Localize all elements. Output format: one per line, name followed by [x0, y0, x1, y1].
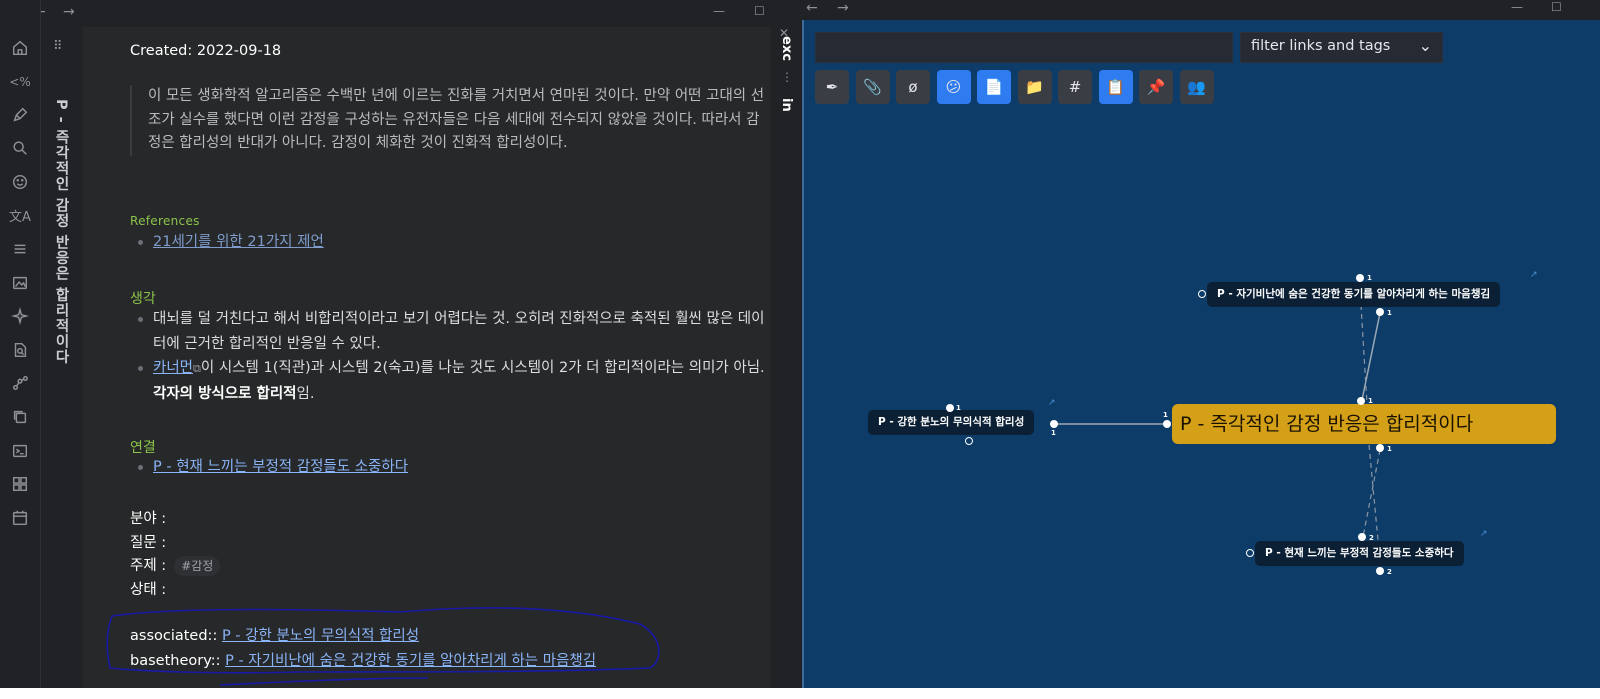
associated-property: associated:: P - 강한 분노의 무의식적 합리성: [130, 624, 419, 645]
topic-label: 주제 :: [130, 558, 167, 574]
port-main-below[interactable]: [1376, 444, 1384, 452]
sparkle-icon[interactable]: [9, 305, 31, 327]
port-bottom-below[interactable]: [1376, 567, 1384, 575]
note-pane: ← → — ☐ ⠿ P - 즉각적인 감정 반응은 합리적이다 Created:…: [41, 0, 786, 688]
port-top-left[interactable]: [1198, 290, 1206, 298]
external-link-icon[interactable]: ↗: [1530, 270, 1538, 280]
port-main-left[interactable]: [1163, 420, 1171, 428]
forward-arrow-icon[interactable]: →: [63, 4, 75, 20]
graph-node-left[interactable]: P - 강한 분노의 무의식적 합리성: [868, 410, 1035, 435]
blockquote: 이 모든 생화학적 알고리즘은 수백만 년에 이르는 진화를 거치면서 연마된 …: [130, 85, 770, 156]
graph-canvas[interactable]: [771, 0, 1600, 688]
port-number: 2: [1369, 534, 1374, 542]
copy-icon[interactable]: [9, 406, 31, 428]
graph-node-main[interactable]: P - 즉각적인 감정 반응은 합리적이다: [1172, 404, 1556, 444]
port-number: 1: [1387, 445, 1392, 453]
list-item: 카너먼⧉이 시스템 1(직관)과 시스템 2(숙고)를 나눈 것도 시스템이 2…: [138, 356, 772, 406]
edge-main-bottom-dashed: [1362, 449, 1381, 538]
calendar-icon[interactable]: [9, 507, 31, 529]
file-search-icon[interactable]: [9, 339, 31, 361]
search-icon[interactable]: [9, 137, 31, 159]
port-number: 1: [1051, 429, 1056, 437]
left-ribbon: <% 文A: [0, 0, 41, 688]
list-item: P - 현재 느끼는 부정적 감정들도 소중하다: [138, 455, 408, 480]
pane-titlebar: ← → — ☐: [41, 0, 786, 27]
vertical-note-title: P - 즉각적인 감정 반응은 합리적이다: [53, 99, 69, 365]
port-number: 1: [956, 404, 961, 412]
port-number: 1: [1368, 397, 1373, 405]
connections-heading: 연결: [130, 440, 156, 456]
thought-bold-text: 각자의 방식으로 합리적: [153, 385, 297, 402]
graph-node-bottom[interactable]: P - 현재 느끼는 부정적 감정들도 소중하다: [1255, 541, 1464, 566]
maximize-icon[interactable]: ☐: [754, 4, 765, 18]
thoughts-heading: 생각: [130, 291, 156, 307]
thought-text: 이 시스템 1(직관)과 시스템 2(숙고)를 나눈 것도 시스템이 2가 더 …: [200, 360, 765, 376]
port-left-above[interactable]: [946, 404, 954, 412]
port-number: 1: [1367, 274, 1372, 282]
translate-icon[interactable]: 文A: [9, 204, 31, 226]
port-number: 2: [1387, 568, 1392, 576]
code-tag-icon[interactable]: <%: [9, 71, 31, 93]
drag-handle-icon[interactable]: ⠿: [53, 39, 64, 54]
thought-text-end: 임.: [296, 385, 315, 402]
field-label: 분야 :: [130, 511, 167, 527]
basetheory-link[interactable]: P - 자기비난에 숨은 건강한 동기를 알아차리게 하는 마음챙김: [225, 653, 596, 669]
kahneman-link[interactable]: 카너먼: [153, 360, 193, 376]
port-number: 1: [1163, 411, 1168, 419]
apps-icon[interactable]: [9, 473, 31, 495]
basetheory-key: basetheory::: [130, 653, 226, 669]
associated-key: associated::: [130, 628, 222, 644]
external-link-icon[interactable]: ↗: [1048, 398, 1056, 408]
reference-link[interactable]: 21세기를 위한 21가지 제언: [153, 234, 324, 250]
home-icon[interactable]: [9, 37, 31, 59]
port-bottom-left[interactable]: [1246, 549, 1254, 557]
list-icon[interactable]: [9, 238, 31, 260]
graph-icon[interactable]: [9, 372, 31, 394]
port-left-below[interactable]: [965, 437, 973, 445]
thought-text: 대뇌를 덜 거친다고 해서 비합리적이라고 보기 어렵다는 것. 오히려 진화적…: [153, 311, 765, 352]
created-date: Created: 2022-09-18: [130, 43, 282, 59]
thoughts-list: 대뇌를 덜 거친다고 해서 비합리적이라고 보기 어렵다는 것. 오히려 진화적…: [138, 307, 772, 406]
external-link-icon: ⧉: [193, 362, 201, 375]
basetheory-property: basetheory:: P - 자기비난에 숨은 건강한 동기를 알아차리게 …: [130, 649, 596, 670]
question-label: 질문 :: [130, 535, 167, 551]
list-item: 대뇌를 덜 거친다고 해서 비합리적이라고 보기 어렵다는 것. 오히려 진화적…: [138, 307, 772, 356]
graph-node-top[interactable]: P - 자기비난에 숨은 건강한 동기를 알아차리게 하는 마음챙김: [1207, 282, 1501, 307]
edge-main-bottom-dashed-2: [1368, 444, 1379, 541]
port-main-top[interactable]: [1357, 397, 1365, 405]
topic-line: 주제 : #감정: [130, 554, 221, 576]
associated-link[interactable]: P - 강한 분노의 무의식적 합리성: [222, 628, 419, 644]
back-arrow-icon[interactable]: ←: [41, 4, 46, 20]
pen-icon[interactable]: [9, 104, 31, 126]
port-bottom-above[interactable]: [1358, 533, 1366, 541]
connection-link[interactable]: P - 현재 느끼는 부정적 감정들도 소중하다: [153, 459, 408, 475]
edge-top-main: [1361, 312, 1381, 401]
emoji-icon[interactable]: [9, 171, 31, 193]
port-top-above[interactable]: [1356, 274, 1364, 282]
connections-list: P - 현재 느끼는 부정적 감정들도 소중하다: [138, 455, 408, 480]
references-heading: References: [130, 214, 200, 228]
image-icon[interactable]: [9, 272, 31, 294]
minimize-icon[interactable]: —: [713, 4, 725, 18]
graph-pane: ← → — ☐ ✕ exc ⋮ in filter links and tags…: [771, 0, 1600, 688]
external-link-icon[interactable]: ↗: [1480, 529, 1488, 539]
terminal-icon[interactable]: [9, 440, 31, 462]
port-left-right[interactable]: [1050, 420, 1058, 428]
topic-tag[interactable]: #감정: [174, 556, 221, 576]
status-label: 상태 :: [130, 582, 167, 598]
port-number: 1: [1387, 309, 1392, 317]
note-side-panel: ⠿ P - 즉각적인 감정 반응은 합리적이다: [41, 27, 83, 688]
references-list: 21세기를 위한 21가지 제언: [138, 230, 324, 255]
port-top-below[interactable]: [1376, 308, 1384, 316]
bottom-margin: [0, 688, 1600, 699]
list-item: 21세기를 위한 21가지 제언: [138, 230, 324, 255]
